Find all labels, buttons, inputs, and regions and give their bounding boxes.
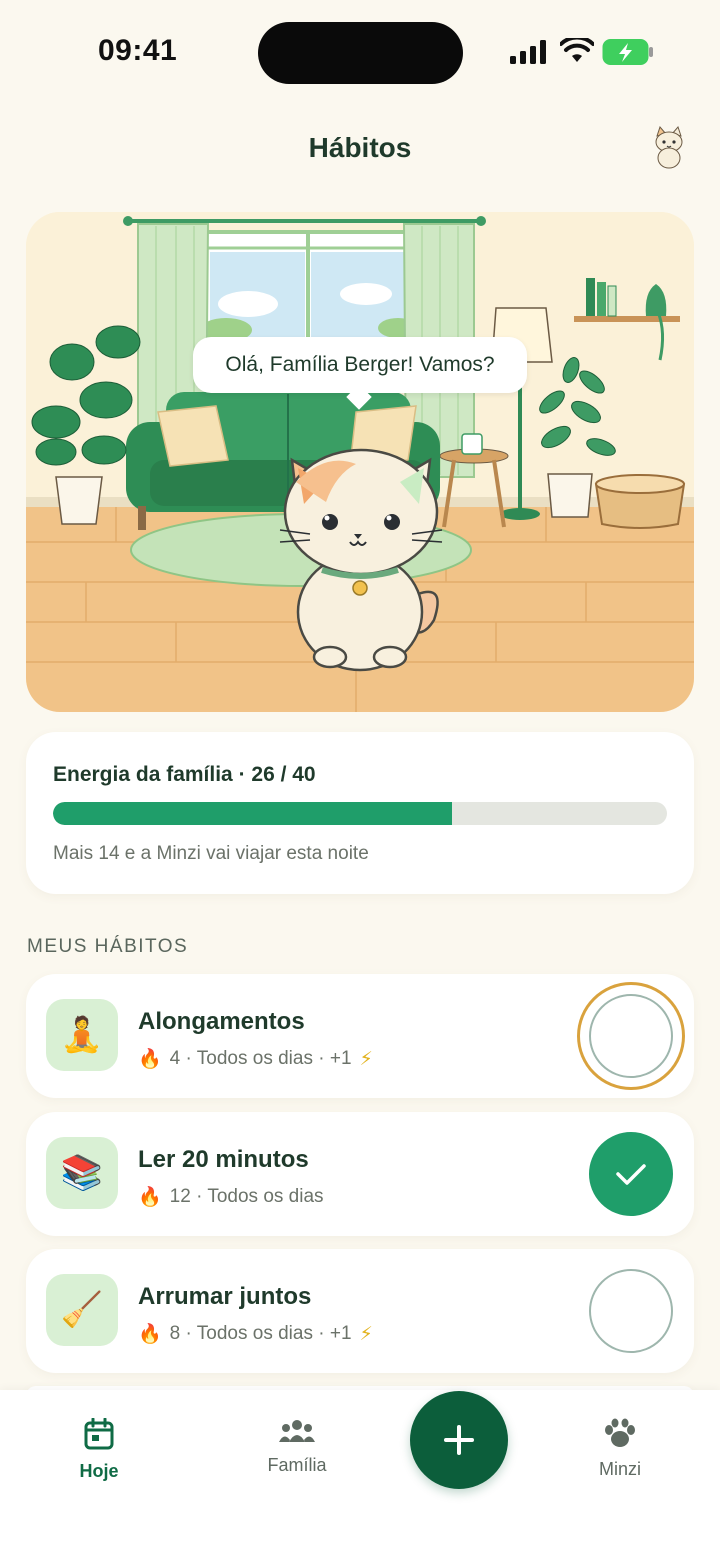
books-icon: 📚 — [46, 1137, 118, 1209]
nav-tab-family[interactable]: Família — [237, 1418, 357, 1476]
living-room-illustration — [26, 212, 694, 712]
calendar-icon — [84, 1417, 114, 1450]
nav-label-today: Hoje — [79, 1461, 119, 1481]
living-room-scene: Olá, Família Berger! Vamos? — [26, 212, 694, 712]
habit-name: Alongamentos — [138, 1008, 305, 1035]
nav-label-pet: Minzi — [598, 1459, 641, 1479]
signal-icon — [510, 40, 546, 64]
status-bar: 09:41 — [0, 0, 720, 100]
bolt-icon: ⚡ — [359, 1323, 373, 1345]
cat-avatar-icon[interactable] — [646, 124, 692, 170]
status-time: 09:41 — [98, 34, 178, 67]
habit-meta-text: 4 · Todos os dias · +1 — [169, 1048, 352, 1069]
habit-meta: 🔥 12 · Todos os dias — [138, 1185, 324, 1209]
add-habit-button[interactable] — [410, 1391, 508, 1489]
battery-charging-icon — [602, 39, 653, 65]
dynamic-island — [258, 22, 463, 84]
streak-fire-icon: 🔥 — [138, 1187, 162, 1208]
habit-name: Ler 20 minutos — [138, 1146, 309, 1173]
streak-fire-icon: 🔥 — [138, 1324, 162, 1345]
energy-progress-bar — [53, 802, 667, 825]
nav-tab-pet[interactable]: Minzi — [560, 1418, 680, 1480]
habit-meta-text: 8 · Todos os dias · +1 — [169, 1323, 352, 1344]
broom-icon: 🧹 — [46, 1274, 118, 1346]
bottom-navigation: Hoje Família Minzi — [0, 1390, 720, 1564]
nav-tab-today[interactable]: Hoje — [39, 1417, 159, 1482]
energy-progress-fill — [53, 802, 453, 825]
habit-meta: 🔥 4 · Todos os dias · +1 ⚡ — [138, 1047, 373, 1071]
streak-fire-icon: 🔥 — [138, 1049, 162, 1070]
energy-title: Energia da família · 26 / 40 — [53, 763, 316, 786]
habit-card-alongamentos[interactable]: 🧘 Alongamentos 🔥 4 · Todos os dias · +1 … — [26, 974, 694, 1098]
family-icon — [279, 1420, 315, 1442]
section-label-my-habits: MEUS HÁBITOS — [27, 936, 189, 957]
habit-check-button[interactable] — [589, 994, 673, 1078]
bolt-icon: ⚡ — [359, 1048, 373, 1070]
meditation-icon: 🧘 — [46, 999, 118, 1071]
plus-icon — [444, 1425, 474, 1455]
nav-label-family: Família — [267, 1455, 327, 1475]
family-energy-card: Energia da família · 26 / 40 Mais 14 e a… — [26, 732, 694, 894]
habit-meta-text: 12 · Todos os dias — [169, 1186, 324, 1207]
page-title: Hábitos — [308, 132, 412, 163]
wifi-icon — [560, 38, 594, 62]
habit-meta: 🔥 8 · Todos os dias · +1 ⚡ — [138, 1322, 373, 1346]
energy-subtitle: Mais 14 e a Minzi vai viajar esta noite — [53, 843, 369, 864]
checkmark-icon — [616, 1164, 646, 1185]
paw-icon — [605, 1418, 635, 1447]
habit-card-ler-20-minutos[interactable]: 📚 Ler 20 minutos 🔥 12 · Todos os dias — [26, 1112, 694, 1236]
habit-check-button-done[interactable] — [589, 1132, 673, 1216]
habit-check-button[interactable] — [589, 1269, 673, 1353]
habit-name: Arrumar juntos — [138, 1283, 312, 1310]
habit-card-arrumar-juntos[interactable]: 🧹 Arrumar juntos 🔥 8 · Todos os dias · +… — [26, 1249, 694, 1373]
